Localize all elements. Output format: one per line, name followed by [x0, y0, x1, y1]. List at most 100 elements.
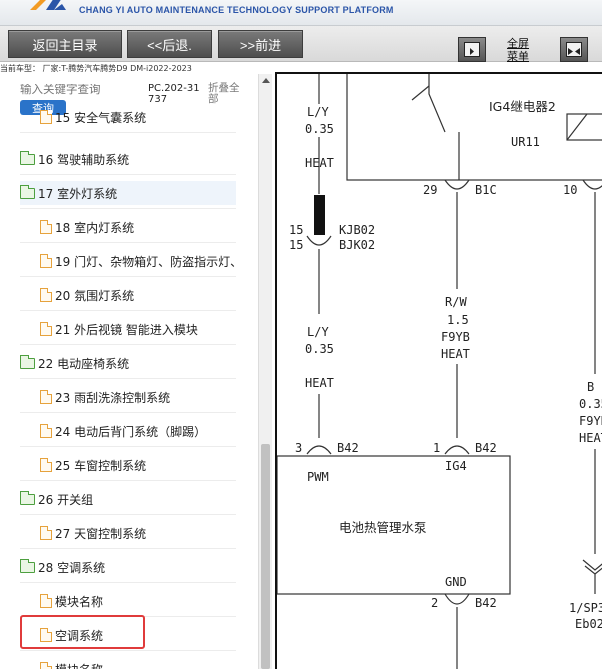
file-icon [40, 254, 52, 268]
search-input[interactable] [20, 84, 138, 96]
platform-title: CHANG YI AUTO MAINTENANCE TECHNOLOGY SUP… [79, 5, 394, 15]
split-view-button[interactable] [560, 37, 588, 62]
pin-29-conn: B1C [475, 183, 497, 197]
tree-item-label: 16 驾驶辅助系统 [38, 152, 130, 167]
tree-folder[interactable]: 22 电动座椅系统 [20, 351, 129, 375]
wire-mid-size: 0.35 [305, 342, 334, 356]
back-to-main-button[interactable]: 返回主目录 [8, 30, 122, 58]
tree-item-label: 28 空调系统 [38, 560, 106, 575]
splice-code: Eb02 [575, 617, 602, 631]
tree-folder[interactable]: 16 驾驶辅助系统 [20, 147, 129, 171]
file-icon [40, 424, 52, 438]
back-button[interactable]: <<后退. [127, 30, 212, 58]
fullscreen-label[interactable]: 全屏 [507, 37, 529, 50]
left-scrollbar[interactable] [258, 74, 272, 669]
tree-item-label: 22 电动座椅系统 [38, 356, 130, 371]
tree-item-label: 18 室内灯系统 [55, 220, 135, 235]
folder-icon [20, 490, 35, 505]
tree-item[interactable]: 15 安全气囊系统 [40, 105, 146, 129]
fullscreen-menu-link[interactable]: 全屏 菜单 [507, 37, 529, 63]
folder-icon [20, 354, 35, 369]
tree-item-label: 15 安全气囊系统 [55, 110, 147, 125]
pin-3-conn: B42 [337, 441, 359, 455]
toolbar: 返回主目录 <<后退. >>前进 全屏 菜单 [0, 26, 602, 63]
tree-item[interactable]: 19 门灯、杂物箱灯、防盗指示灯、 [40, 249, 242, 273]
pin-2-conn: B42 [475, 596, 497, 610]
wire-b-size: 0.35 [579, 397, 602, 411]
tree-item[interactable]: 23 雨刮洗涤控制系统 [40, 385, 170, 409]
tree-item-label: 26 开关组 [38, 492, 94, 507]
tree-folder[interactable]: 26 开关组 [20, 487, 93, 511]
menu-label[interactable]: 菜单 [507, 50, 529, 63]
wire-rw-code: F9YB [441, 330, 470, 344]
wiring-diagram: IG4继电器2 UR11 L/Y 0.35 HEAT 15 15 KJB02 B… [275, 72, 602, 669]
wire-b-heat: HEAT [579, 431, 602, 445]
tree-item-label: 模块名称 [55, 594, 104, 609]
scroll-up-icon[interactable] [262, 78, 270, 83]
relay-switch [428, 74, 460, 180]
tree-item[interactable]: 25 车窗控制系统 [40, 453, 146, 477]
wire-b-color: B [587, 380, 594, 394]
brand-logo-icon [30, 0, 66, 10]
wire-top-size: 0.35 [305, 122, 334, 136]
tree-item[interactable]: 21 外后视镜 智能进入模块 [40, 317, 198, 341]
tree-item-label: 24 电动后背门系统（脚踢） [55, 424, 207, 439]
pc-code: PC.202-31737 [148, 83, 200, 105]
current-vehicle-info: 当前车型： 厂家:T-腾势汽车腾势D9 DM-i2022-2023 [0, 63, 275, 74]
tree-folder[interactable]: 28 空调系统 [20, 555, 105, 579]
file-icon [40, 322, 52, 336]
folder-icon [20, 150, 35, 165]
tree-item-label: 模块名称 [55, 661, 103, 669]
wire-rw-color: R/W [445, 295, 467, 309]
tree-item[interactable]: 20 氛围灯系统 [40, 283, 134, 307]
file-icon [40, 594, 52, 608]
scrollbar-thumb[interactable] [261, 444, 270, 669]
fullscreen-icon [464, 42, 480, 57]
conn-bjk-pin: 15 [289, 238, 303, 252]
tree-item[interactable]: 27 天窗控制系统 [40, 521, 146, 545]
conn-kjb-pin: 15 [289, 223, 303, 237]
conn-kjb: KJB02 [339, 223, 375, 237]
tree-item-label: 27 天窗控制系统 [55, 526, 147, 541]
wire-rw-size: 1.5 [447, 313, 469, 327]
app-header: CHANG YI AUTO MAINTENANCE TECHNOLOGY SUP… [0, 0, 602, 26]
wire-b-code: F9YB [579, 414, 602, 428]
file-icon [40, 458, 52, 472]
file-icon [40, 110, 52, 124]
folder-open-icon [20, 184, 35, 199]
tree-item[interactable]: 18 室内灯系统 [40, 215, 134, 239]
file-icon [40, 526, 52, 540]
pump-label: 电池热管理水泵 [339, 520, 427, 535]
wire-mid-heat: HEAT [305, 376, 334, 390]
relay-box [346, 74, 602, 181]
tree-item-label: 19 门灯、杂物箱灯、防盗指示灯、 [55, 254, 243, 269]
relay-code: UR11 [511, 135, 540, 149]
folder-open-icon [20, 558, 35, 573]
file-icon [40, 220, 52, 234]
wire-top-color: L/Y [307, 105, 329, 119]
highlight-annotation [20, 615, 145, 649]
pin-1: 1 [433, 441, 440, 455]
catalog-panel: 查询 PC.202-31737 折叠全部 15 安全气囊系统 16 驾驶辅助系统… [0, 74, 258, 669]
tree-item-label: 20 氛围灯系统 [55, 288, 135, 303]
pin-29: 29 [423, 183, 437, 197]
tree-folder-selected[interactable]: 17 室外灯系统 [20, 181, 236, 205]
pin-2: 2 [431, 596, 438, 610]
wire-mid-color: L/Y [307, 325, 329, 339]
tree-item[interactable]: 24 电动后背门系统（脚踢） [40, 419, 206, 443]
wiring-diagram-svg: IG4继电器2 UR11 L/Y 0.35 HEAT 15 15 KJB02 B… [277, 74, 602, 669]
pin-1-conn: B42 [475, 441, 497, 455]
tree-item-label: 17 室外灯系统 [38, 186, 118, 201]
splice-arrow-icon [582, 559, 602, 575]
tree-item-label: 23 雨刮洗涤控制系统 [55, 390, 171, 405]
fullscreen-button[interactable] [458, 37, 486, 62]
collapse-all-button[interactable]: 折叠全部 [208, 83, 248, 105]
tree-item[interactable]: 模块名称 [40, 657, 103, 669]
tree-item-label: 25 车窗控制系统 [55, 458, 147, 473]
file-icon [40, 662, 52, 669]
forward-button[interactable]: >>前进 [218, 30, 303, 58]
pin-pwm: PWM [307, 470, 329, 484]
split-view-icon [566, 42, 582, 57]
tree-item[interactable]: 模块名称 [40, 589, 103, 613]
file-icon [40, 390, 52, 404]
